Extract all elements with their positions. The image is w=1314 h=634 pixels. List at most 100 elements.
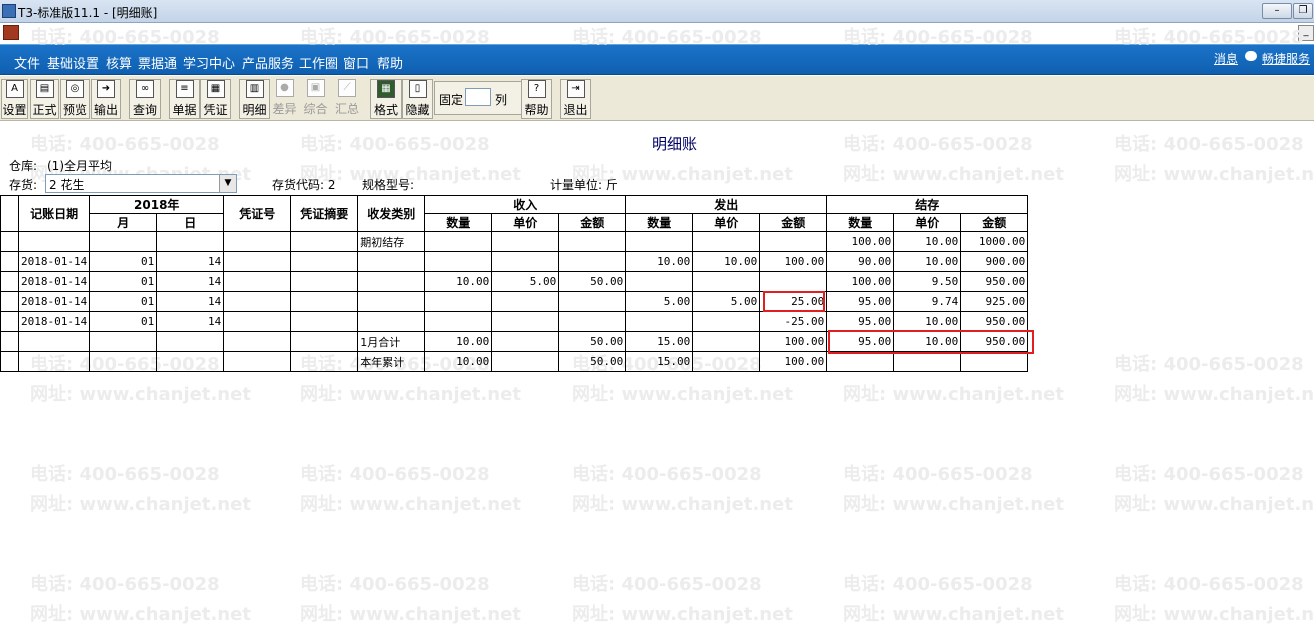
voucher-summary-cell <box>290 291 359 312</box>
income-price-cell <box>491 231 560 252</box>
row-indicator <box>0 331 19 352</box>
balance-amount-header: 金额 <box>960 213 1029 232</box>
watermark-site: 网址: www.chanjet.net <box>30 604 251 625</box>
table-row[interactable]: 2018-01-14 01 14 10.00 10.00 100.00 90.00 10.00… <box>0 251 1029 272</box>
balance-price-cell <box>893 351 962 372</box>
summary-button[interactable]: ▣ 综合 <box>301 79 330 117</box>
month-cell: 01 <box>89 251 158 272</box>
fixed-columns-input[interactable] <box>465 88 491 106</box>
issue-qty-cell <box>625 231 694 252</box>
day-header: 日 <box>156 213 225 232</box>
export-button[interactable]: ➜ 输出 <box>91 79 121 119</box>
summary-icon: ▣ <box>306 79 325 97</box>
detail-button[interactable]: ▥ 明细 <box>239 79 270 119</box>
menu-help[interactable]: 帮助 <box>377 53 403 72</box>
menu-window[interactable]: 窗口 <box>343 53 369 72</box>
exit-button[interactable]: ⇥ 退出 <box>560 79 591 119</box>
category-cell <box>357 291 426 312</box>
balance-amount-cell <box>960 351 1029 372</box>
stock-code: 存货代码: 2 <box>272 178 336 192</box>
table-row[interactable]: 2018-01-14 01 14 10.00 5.00 50.00 100.00 9.50 95… <box>0 271 1029 292</box>
watermark-phone: 电话: 400-665-0028 <box>300 27 490 48</box>
date-cell: 2018-01-14 <box>17 311 91 332</box>
help-button[interactable]: ? 帮助 <box>521 79 552 119</box>
table-row[interactable]: 2018-01-14 01 14 -25.00 95.00 10.00 950.00 <box>0 311 1029 332</box>
fixed-unit-label: 列 <box>495 93 508 107</box>
difference-button[interactable]: ● 差异 <box>270 79 299 117</box>
document-window-icon[interactable] <box>3 25 19 40</box>
voucher-button[interactable]: ▦ 凭证 <box>200 79 231 119</box>
table-row[interactable]: 本年累计 10.00 50.00 15.00 100.00 <box>0 351 1029 372</box>
warehouse-label: 仓库: <box>9 159 38 173</box>
voucher-summary-header: 凭证摘要 <box>290 195 359 232</box>
stock-select[interactable]: 2 花生 ▼ <box>45 174 237 193</box>
issue-amount-cell <box>759 271 828 292</box>
balance-qty-cell: 95.00 <box>826 291 895 312</box>
income-price-cell: 5.00 <box>491 271 560 292</box>
hide-button[interactable]: ▯ 隐藏 <box>402 79 433 119</box>
income-qty-header: 数量 <box>424 213 493 232</box>
menu-file[interactable]: 文件 <box>14 53 40 72</box>
menu-learning[interactable]: 学习中心 <box>183 53 235 72</box>
watermark-site: 网址: www.chanjet.net <box>843 604 1064 625</box>
issue-price-cell <box>692 231 761 252</box>
minimize-button[interactable]: – <box>1262 3 1292 19</box>
menu-products[interactable]: 产品服务 <box>242 53 294 72</box>
hide-label: 隐藏 <box>405 103 430 117</box>
aggregate-button[interactable]: ⟋ 汇总 <box>332 79 362 117</box>
quick-service-link[interactable]: 畅捷服务 <box>1262 50 1310 67</box>
watermark-phone: 电话: 400-665-0028 <box>572 574 762 595</box>
category-cell: 期初结存 <box>357 231 426 252</box>
watermark-phone: 电话: 400-665-0028 <box>1114 464 1304 485</box>
issue-price-cell <box>692 271 761 292</box>
issue-qty-cell <box>625 311 694 332</box>
watermark-site: 网址: www.chanjet.net <box>30 384 251 405</box>
voucher-summary-cell <box>290 251 359 272</box>
hide-icon: ▯ <box>408 80 427 98</box>
balance-price-cell: 10.00 <box>893 251 962 272</box>
category-cell: 本年累计 <box>357 351 426 372</box>
balance-qty-cell <box>826 351 895 372</box>
message-link[interactable]: 消息 <box>1214 50 1238 67</box>
print-icon: ▤ <box>35 80 54 98</box>
income-price-cell <box>491 351 560 372</box>
income-amount-cell <box>558 291 627 312</box>
spec-label: 规格型号: <box>362 178 415 192</box>
restore-button[interactable]: ❐ <box>1293 3 1313 19</box>
voucher-no-cell <box>223 331 292 352</box>
chevron-down-icon[interactable]: ▼ <box>219 175 236 192</box>
month-cell: 01 <box>89 291 158 312</box>
voucher-no-cell <box>223 311 292 332</box>
settings-button[interactable]: A 设置 <box>1 79 28 119</box>
voucher-no-header: 凭证号 <box>223 195 292 232</box>
menu-ticket[interactable]: 票据通 <box>138 53 177 72</box>
highlight-balance-total <box>828 330 1034 354</box>
format-button[interactable]: ▦ 格式 <box>370 79 402 119</box>
income-price-cell <box>491 251 560 272</box>
print-button[interactable]: ▤ 正式 <box>30 79 59 119</box>
window-title: T3-标准版11.1 - [明细账] <box>18 6 158 20</box>
balance-price-header: 单价 <box>893 213 962 232</box>
menu-accounting[interactable]: 核算 <box>106 53 132 72</box>
watermark-phone: 电话: 400-665-0028 <box>572 464 762 485</box>
preview-button[interactable]: ◎ 预览 <box>60 79 90 119</box>
balance-qty-cell: 90.00 <box>826 251 895 272</box>
menu-workcircle[interactable]: 工作圈 <box>299 53 338 72</box>
menu-basic-settings[interactable]: 基础设置 <box>47 53 99 72</box>
watermark-phone: 电话: 400-665-0028 <box>843 134 1033 155</box>
income-amount-cell <box>558 231 627 252</box>
table-row[interactable]: 期初结存 100.00 10.00 1000.00 <box>0 231 1029 252</box>
export-label: 输出 <box>93 103 118 117</box>
row-indicator <box>0 311 19 332</box>
query-button[interactable]: ∞ 查询 <box>129 79 161 119</box>
issue-qty-header: 数量 <box>625 213 694 232</box>
voucher-icon: ▦ <box>206 80 225 98</box>
header-row: 记账日期 2018年 凭证号 凭证摘要 收发类别 收入 发出 结存 <box>0 195 1029 232</box>
document-button[interactable]: ≡ 单据 <box>169 79 200 119</box>
category-cell <box>357 271 426 292</box>
watermark-site: 网址: www.chanjet.net <box>300 384 521 405</box>
chart-icon: ⟋ <box>338 79 356 97</box>
highlight-issue-amount <box>763 291 825 312</box>
watermark-phone: 电话: 400-665-0028 <box>30 134 220 155</box>
table-row[interactable]: 2018-01-14 01 14 5.00 5.00 25.00 95.00 9.74 925.… <box>0 291 1029 312</box>
